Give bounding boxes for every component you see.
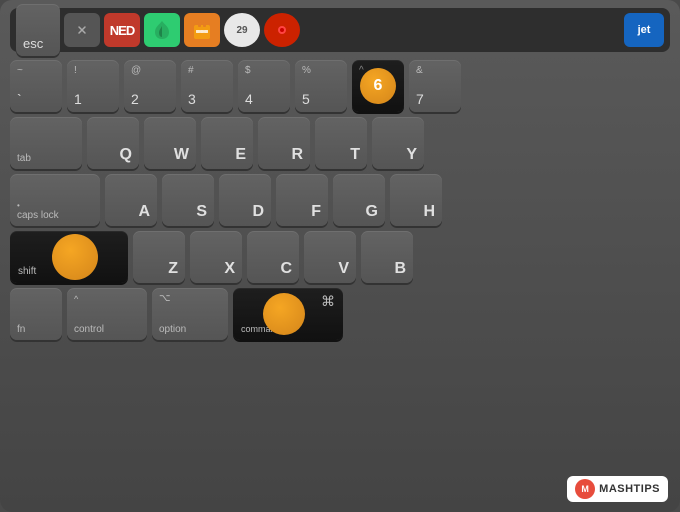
tab-key[interactable]: tab [10, 117, 82, 169]
tb-close-icon[interactable] [64, 13, 100, 47]
key-c[interactable]: C [247, 231, 299, 283]
tb-app4-icon[interactable]: 29 [224, 13, 260, 47]
key-2[interactable]: @ 2 [124, 60, 176, 112]
key-r[interactable]: R [258, 117, 310, 169]
fn-row: fn ^ control ⌥ option command ⌘ [10, 288, 670, 340]
key-f[interactable]: F [276, 174, 328, 226]
caps-lock-key[interactable]: • caps lock [10, 174, 100, 226]
key-a[interactable]: A [105, 174, 157, 226]
number-row: ~ ` ! 1 @ 2 # 3 $ 4 % 5 [10, 60, 670, 112]
mashtips-logo: M MASHTIPS [567, 476, 668, 502]
key-s[interactable]: S [162, 174, 214, 226]
key-w[interactable]: W [144, 117, 196, 169]
keyboard-container: esc NED 29 jet ~ ` ! 1 [0, 0, 680, 512]
qwerty-row: tab Q W E R T Y [10, 117, 670, 169]
key-g[interactable]: G [333, 174, 385, 226]
key-v[interactable]: V [304, 231, 356, 283]
key-6-orange-dot: 6 [360, 68, 396, 104]
key-3[interactable]: # 3 [181, 60, 233, 112]
key-y[interactable]: Y [372, 117, 424, 169]
key-t[interactable]: T [315, 117, 367, 169]
tb-app5-icon[interactable] [264, 13, 300, 47]
command-orange-dot [263, 293, 305, 335]
key-h[interactable]: H [390, 174, 442, 226]
mashtips-logo-icon: M [575, 479, 595, 499]
key-backtick[interactable]: ~ ` [10, 60, 62, 112]
shift-key[interactable]: shift [10, 231, 128, 283]
command-key[interactable]: command ⌘ [233, 288, 343, 340]
tb-app2-icon[interactable] [144, 13, 180, 47]
tb-app1-icon[interactable]: NED [104, 13, 140, 47]
key-q[interactable]: Q [87, 117, 139, 169]
key-d[interactable]: D [219, 174, 271, 226]
bottom-row: shift Z X C V B [10, 231, 670, 283]
key-z[interactable]: Z [133, 231, 185, 283]
mashtips-logo-text: MASHTIPS [599, 483, 660, 495]
key-5[interactable]: % 5 [295, 60, 347, 112]
key-1[interactable]: ! 1 [67, 60, 119, 112]
key-b[interactable]: B [361, 231, 413, 283]
control-key[interactable]: ^ control [67, 288, 147, 340]
option-key[interactable]: ⌥ option [152, 288, 228, 340]
esc-key[interactable]: esc [16, 4, 60, 56]
shift-orange-dot [52, 234, 98, 280]
home-row: • caps lock A S D F G H [10, 174, 670, 226]
fn-key[interactable]: fn [10, 288, 62, 340]
tb-jet-icon[interactable]: jet [624, 13, 664, 47]
keyboard: ~ ` ! 1 @ 2 # 3 $ 4 % 5 [10, 60, 670, 340]
touch-bar: esc NED 29 jet [10, 8, 670, 52]
key-6[interactable]: ^ 6 [352, 60, 404, 112]
key-x[interactable]: X [190, 231, 242, 283]
key-e[interactable]: E [201, 117, 253, 169]
key-4[interactable]: $ 4 [238, 60, 290, 112]
key-7[interactable]: & 7 [409, 60, 461, 112]
tb-app3-icon[interactable] [184, 13, 220, 47]
